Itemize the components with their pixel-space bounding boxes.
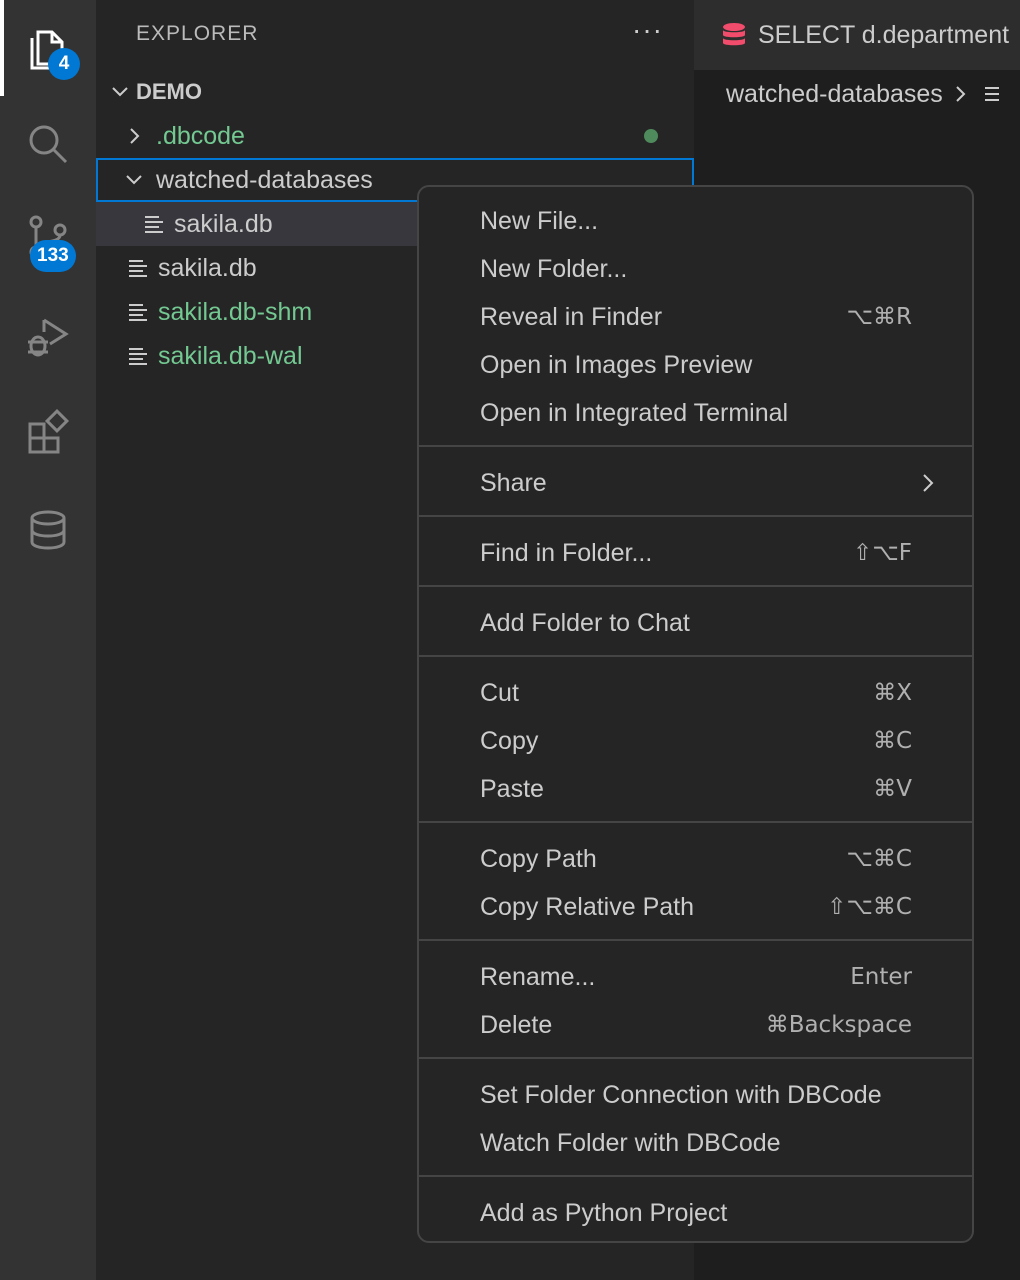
menu-label: New File... [480,206,599,235]
menu-item-new-file[interactable]: New File... [419,197,972,245]
menu-shortcut: ⇧⌥⌘C [827,894,912,920]
extensions-icon[interactable] [0,384,96,480]
menu-separator [419,939,972,941]
menu-separator [419,445,972,447]
chevron-right-icon [953,84,969,104]
database-icon[interactable] [0,482,96,578]
menu-label: Watch Folder with DBCode [480,1128,781,1157]
menu-item-rename[interactable]: Rename... Enter [419,953,972,1001]
menu-shortcut: ⌥⌘R [846,304,913,330]
modified-dot-icon [644,129,658,143]
file-lines-icon [126,256,150,280]
menu-item-add-folder-to-chat[interactable]: Add Folder to Chat [419,599,972,647]
tree-item-label: sakila.db [158,253,257,282]
menu-label: Share [480,468,547,497]
file-lines-icon [126,344,150,368]
menu-shortcut: ⌥⌘C [846,846,912,872]
chevron-right-icon [920,472,936,494]
context-menu: New File... New Folder... Reveal in Find… [417,185,974,1243]
menu-label: Copy Relative Path [480,892,695,921]
file-lines-icon [983,83,1001,105]
menu-item-open-integrated-terminal[interactable]: Open in Integrated Terminal [419,389,972,437]
breadcrumb[interactable]: watched-databases [726,76,1001,112]
menu-label: Cut [480,678,519,707]
menu-label: Rename... [480,962,596,991]
tree-item-label: sakila.db-wal [158,341,303,370]
menu-label: Add Folder to Chat [480,608,690,637]
menu-item-delete[interactable]: Delete ⌘Backspace [419,1001,972,1049]
menu-separator [419,515,972,517]
explorer-icon[interactable]: 4 [0,0,96,96]
menu-item-reveal-in-finder[interactable]: Reveal in Finder ⌥⌘R [419,293,972,341]
menu-item-copy[interactable]: Copy ⌘C [419,717,972,765]
menu-label: Copy Path [480,844,597,873]
menu-label: Add as Python Project [480,1198,728,1227]
menu-item-watch-folder[interactable]: Watch Folder with DBCode [419,1119,972,1167]
menu-shortcut: ⌘C [872,728,912,754]
more-actions-button[interactable]: ··· [632,14,663,46]
file-lines-icon [142,212,166,236]
menu-shortcut: ⌘Backspace [765,1012,912,1038]
scm-badge: 133 [30,240,76,272]
chevron-down-icon [120,166,148,194]
file-lines-icon [126,300,150,324]
menu-item-open-images-preview[interactable]: Open in Images Preview [419,341,972,389]
menu-item-copy-relative-path[interactable]: Copy Relative Path ⇧⌥⌘C [419,883,972,931]
menu-item-paste[interactable]: Paste ⌘V [419,765,972,813]
menu-label: New Folder... [480,254,628,283]
breadcrumb-folder[interactable]: watched-databases [726,80,943,109]
menu-label: Find in Folder... [480,538,653,567]
menu-label: Open in Integrated Terminal [480,398,789,427]
menu-item-share[interactable]: Share [419,459,972,507]
menu-label: Paste [480,774,544,803]
chevron-down-icon [106,78,134,106]
menu-item-copy-path[interactable]: Copy Path ⌥⌘C [419,835,972,883]
tab-label: SELECT d.department [758,20,1010,49]
menu-shortcut: Enter [850,964,912,990]
editor-tab[interactable]: SELECT d.department [694,0,1020,70]
menu-label: Delete [480,1010,553,1039]
menu-item-new-folder[interactable]: New Folder... [419,245,972,293]
menu-label: Reveal in Finder [480,302,663,331]
activity-bar: 4 133 [0,0,96,1280]
tree-item-dbcode[interactable]: .dbcode [96,114,694,158]
menu-shortcut: ⇧⌥F [852,540,912,566]
menu-label: Open in Images Preview [480,350,753,379]
database-icon [722,22,746,48]
tree-item-label: .dbcode [156,121,245,150]
menu-separator [419,585,972,587]
menu-item-find-in-folder[interactable]: Find in Folder... ⇧⌥F [419,529,972,577]
tree-item-label: sakila.db-shm [158,297,313,326]
menu-label: Copy [480,726,539,755]
menu-item-add-python-project[interactable]: Add as Python Project [419,1189,972,1237]
workspace-name: DEMO [136,79,202,104]
tree-item-label: watched-databases [156,165,373,194]
menu-separator [419,655,972,657]
menu-item-cut[interactable]: Cut ⌘X [419,669,972,717]
menu-separator [419,821,972,823]
explorer-badge: 4 [48,48,80,80]
chevron-right-icon [120,122,148,150]
search-icon[interactable] [0,96,96,192]
menu-label: Set Folder Connection with DBCode [480,1080,882,1109]
tree-item-label: sakila.db [174,209,273,238]
menu-separator [419,1175,972,1177]
menu-separator [419,1057,972,1059]
menu-shortcut: ⌘X [873,680,912,706]
menu-shortcut: ⌘V [873,776,912,802]
run-debug-icon[interactable] [0,288,96,384]
workspace-header[interactable]: DEMO [96,70,694,114]
menu-item-set-folder-connection[interactable]: Set Folder Connection with DBCode [419,1071,972,1119]
sidebar-title: EXPLORER [136,22,259,45]
source-control-icon[interactable]: 133 [0,188,96,284]
